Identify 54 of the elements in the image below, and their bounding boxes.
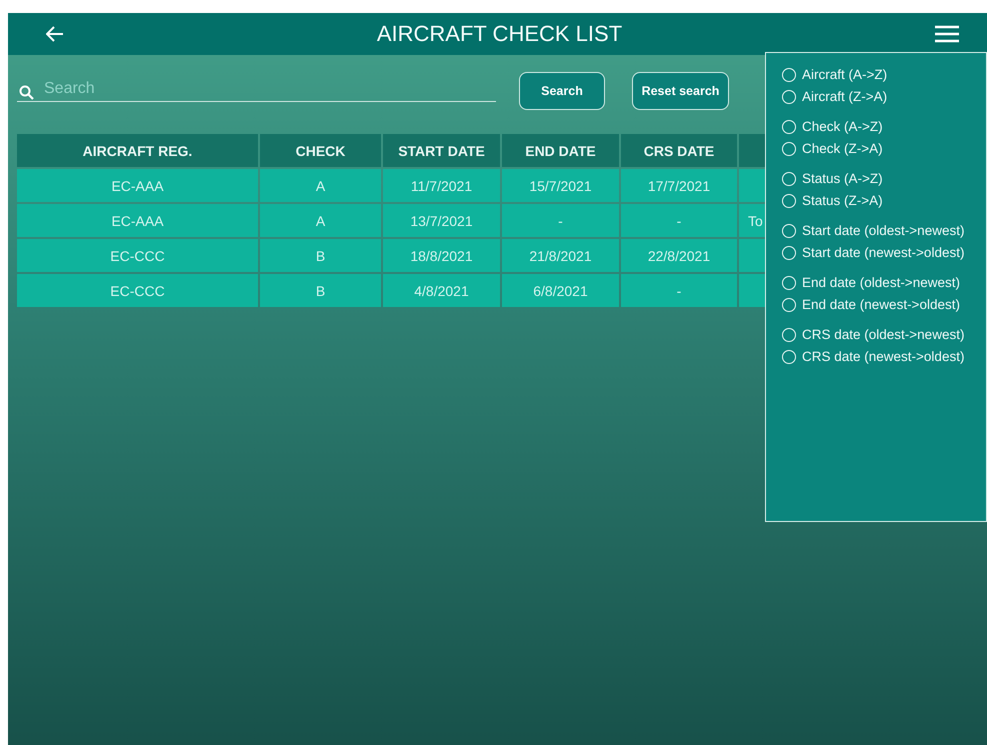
- table-cell: -: [502, 204, 619, 237]
- table-cell: EC-AAA: [17, 204, 258, 237]
- radio-button[interactable]: [782, 90, 796, 104]
- sort-option[interactable]: Check (Z->A): [782, 141, 986, 156]
- page-title: AIRCRAFT CHECK LIST: [376, 21, 622, 47]
- table-cell: 21/8/2021: [502, 239, 619, 272]
- table-cell: -: [621, 274, 737, 307]
- search-button[interactable]: Search: [519, 72, 605, 110]
- column-header: START DATE: [383, 134, 500, 167]
- table-cell: EC-CCC: [17, 274, 258, 307]
- column-header: AIRCRAFT REG.: [17, 134, 258, 167]
- radio-button[interactable]: [782, 68, 796, 82]
- radio-button[interactable]: [782, 172, 796, 186]
- radio-button[interactable]: [782, 142, 796, 156]
- table-cell: 18/8/2021: [383, 239, 500, 272]
- radio-button[interactable]: [782, 246, 796, 260]
- table-cell: 6/8/2021: [502, 274, 619, 307]
- sort-option[interactable]: CRS date (newest->oldest): [782, 349, 986, 364]
- sort-option[interactable]: Start date (newest->oldest): [782, 245, 986, 260]
- search-icon: [19, 84, 34, 100]
- column-header: END DATE: [502, 134, 619, 167]
- table-cell: 4/8/2021: [383, 274, 500, 307]
- table-cell: EC-AAA: [17, 169, 258, 202]
- table-cell: 22/8/2021: [621, 239, 737, 272]
- column-header: CRS DATE: [621, 134, 737, 167]
- radio-button[interactable]: [782, 328, 796, 342]
- radio-button[interactable]: [782, 276, 796, 290]
- sort-option[interactable]: Status (A->Z): [782, 171, 986, 186]
- table-cell: 11/7/2021: [383, 169, 500, 202]
- table-cell: B: [260, 239, 381, 272]
- sort-option[interactable]: End date (newest->oldest): [782, 297, 986, 312]
- table-cell: A: [260, 204, 381, 237]
- sort-option[interactable]: Aircraft (A->Z): [782, 67, 986, 82]
- radio-button[interactable]: [782, 298, 796, 312]
- reset-search-button[interactable]: Reset search: [632, 72, 729, 110]
- back-arrow-icon[interactable]: [46, 26, 64, 42]
- table-cell: -: [621, 204, 737, 237]
- table-cell: 17/7/2021: [621, 169, 737, 202]
- table-cell: A: [260, 169, 381, 202]
- column-header: CHECK: [260, 134, 381, 167]
- search-field[interactable]: Search: [17, 80, 496, 102]
- menu-icon[interactable]: [935, 25, 959, 43]
- table-cell: 15/7/2021: [502, 169, 619, 202]
- sort-option[interactable]: CRS date (oldest->newest): [782, 327, 986, 342]
- radio-button[interactable]: [782, 350, 796, 364]
- sort-option[interactable]: Check (A->Z): [782, 119, 986, 134]
- table-cell: EC-CCC: [17, 239, 258, 272]
- radio-button[interactable]: [782, 194, 796, 208]
- table-cell: B: [260, 274, 381, 307]
- radio-button[interactable]: [782, 120, 796, 134]
- sort-option[interactable]: End date (oldest->newest): [782, 275, 986, 290]
- sort-option[interactable]: Aircraft (Z->A): [782, 89, 986, 104]
- table-cell: 13/7/2021: [383, 204, 500, 237]
- radio-button[interactable]: [782, 224, 796, 238]
